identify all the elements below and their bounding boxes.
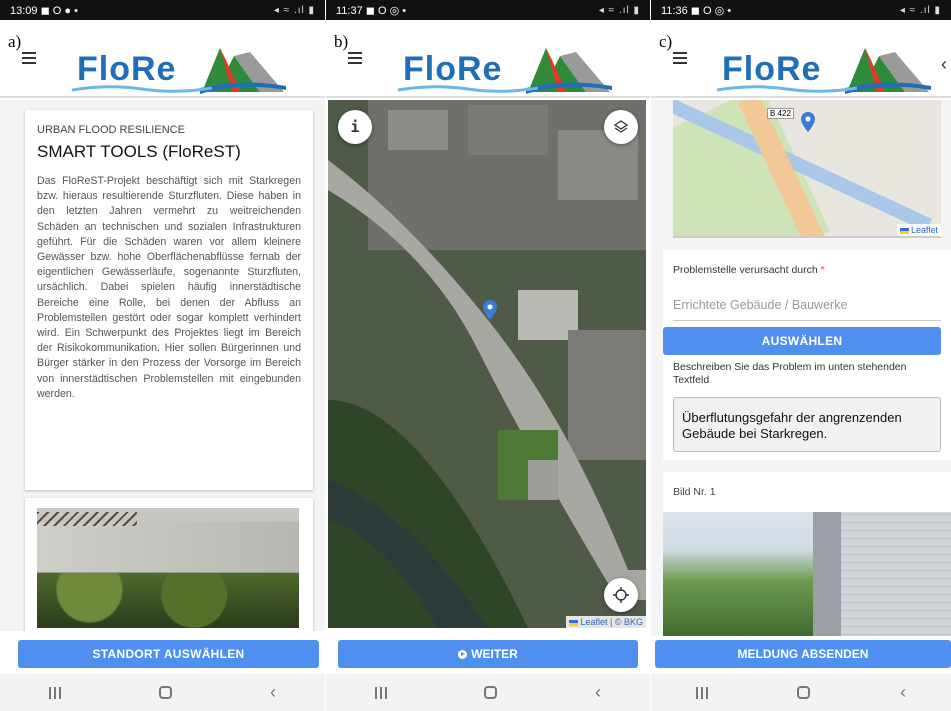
panel-label: b) bbox=[334, 32, 349, 51]
home-icon[interactable] bbox=[797, 686, 811, 699]
logo-wave-icon bbox=[717, 85, 857, 93]
app-header: c) FloRe ‹ bbox=[651, 20, 951, 98]
android-nav-bar: ‹ bbox=[326, 674, 650, 711]
status-time: 13:09 bbox=[10, 4, 38, 17]
problem-photo[interactable] bbox=[663, 512, 951, 636]
back-icon[interactable]: ‹ bbox=[595, 682, 601, 703]
signal-icons: ◂ ≈ .ıl ▮ bbox=[598, 4, 640, 16]
card-subtitle: URBAN FLOOD RESILIENCE bbox=[37, 124, 185, 136]
app-header: a) FloRe bbox=[0, 20, 325, 98]
status-time: 11:36 bbox=[661, 4, 688, 17]
required-mark: * bbox=[820, 264, 825, 276]
recent-apps-icon[interactable] bbox=[49, 686, 61, 699]
android-nav-bar: ‹ bbox=[651, 674, 951, 711]
phone-screen-b: 11:37 ◼ O ◎ • ◂ ≈ .ıl ▮ b) FloRe i Leafl… bbox=[326, 0, 650, 711]
status-icons: ◼ O ◎ • bbox=[365, 4, 407, 17]
image-label: Bild Nr. 1 bbox=[673, 486, 716, 498]
app-logo: FloRe bbox=[398, 40, 618, 96]
map-attribution: Leaflet bbox=[896, 224, 941, 236]
status-icons: ◼ O ◎ • bbox=[690, 4, 732, 17]
phone-screen-a: 13:09 ◼ O ● • ◂ ≈ .ıl ▮ a) FloRe URBAN F… bbox=[0, 0, 325, 711]
status-bar: 11:36 ◼ O ◎ • ◂ ≈ .ıl ▮ bbox=[651, 0, 951, 20]
description-textfield[interactable]: Überflutungsgefahr der angrenzenden Gebä… bbox=[673, 397, 941, 452]
next-button[interactable]: WEITER bbox=[338, 640, 638, 668]
map-attribution: Leaflet | © BKG bbox=[566, 616, 646, 628]
back-icon[interactable]: ‹ bbox=[900, 682, 906, 703]
content-area[interactable]: URBAN FLOOD RESILIENCE SMART TOOLS (FloR… bbox=[0, 100, 325, 631]
cause-section: Problemstelle verursacht durch * Erricht… bbox=[663, 250, 951, 460]
cause-label-text: Problemstelle verursacht durch bbox=[673, 264, 818, 276]
cause-label: Problemstelle verursacht durch * bbox=[673, 250, 941, 276]
recent-apps-icon[interactable] bbox=[695, 686, 708, 699]
map-marker-icon[interactable] bbox=[483, 300, 497, 320]
card-body: Das FloReST-Projekt beschäftigt sich mit… bbox=[37, 175, 301, 400]
bkg-link[interactable]: BKG bbox=[624, 617, 643, 627]
ukraine-flag-icon bbox=[569, 619, 579, 626]
description-label: Beschreiben Sie das Problem im unten ste… bbox=[673, 361, 907, 386]
home-icon[interactable] bbox=[484, 686, 498, 699]
ukraine-flag-icon bbox=[899, 227, 909, 234]
phone-screen-c: 11:36 ◼ O ◎ • ◂ ≈ .ıl ▮ c) FloRe ‹ B 422 bbox=[651, 0, 951, 711]
app-header: b) FloRe bbox=[326, 20, 650, 98]
signal-icons: ◂ ≈ .ıl ▮ bbox=[899, 4, 941, 16]
attribution-separator: | © bbox=[607, 617, 624, 627]
status-bar: 13:09 ◼ O ● • ◂ ≈ .ıl ▮ bbox=[0, 0, 325, 20]
info-button[interactable]: i bbox=[338, 110, 372, 144]
logo-mountain-icon bbox=[200, 48, 286, 94]
road-label: B 422 bbox=[767, 108, 794, 119]
play-icon bbox=[458, 649, 468, 659]
menu-icon[interactable] bbox=[673, 52, 687, 67]
map-marker-icon[interactable] bbox=[801, 112, 815, 132]
panel-label: a) bbox=[8, 32, 22, 51]
recent-apps-icon[interactable] bbox=[374, 686, 387, 699]
menu-icon[interactable] bbox=[22, 52, 36, 67]
app-logo: FloRe bbox=[717, 40, 937, 96]
card-title: SMART TOOLS (FloReST) bbox=[37, 142, 241, 161]
panel-label: c) bbox=[659, 32, 673, 51]
next-button-label: WEITER bbox=[471, 647, 518, 661]
home-icon[interactable] bbox=[159, 686, 172, 699]
crosshair-icon[interactable] bbox=[604, 578, 638, 612]
stream-photo bbox=[37, 508, 299, 628]
leaflet-link[interactable]: Leaflet bbox=[911, 225, 938, 235]
menu-icon[interactable] bbox=[348, 52, 362, 67]
select-button[interactable]: AUSWÄHLEN bbox=[663, 327, 941, 355]
satellite-map[interactable]: i Leaflet | © BKG bbox=[328, 100, 646, 628]
send-report-button[interactable]: MELDUNG ABSENDEN bbox=[655, 640, 951, 668]
cause-field[interactable]: Errichtete Gebäude / Bauwerke bbox=[673, 298, 941, 321]
status-bar: 11:37 ◼ O ◎ • ◂ ≈ .ıl ▮ bbox=[326, 0, 650, 20]
logo-wave-icon bbox=[398, 85, 538, 93]
status-icons: ◼ O ● • bbox=[40, 4, 78, 17]
back-arrow-icon[interactable]: ‹ bbox=[941, 54, 947, 75]
map-imagery bbox=[328, 100, 646, 628]
logo-mountain-icon bbox=[526, 48, 612, 94]
back-icon[interactable]: ‹ bbox=[270, 682, 276, 703]
street-map[interactable]: B 422 Leaflet bbox=[673, 100, 941, 238]
logo-mountain-icon bbox=[845, 48, 931, 94]
logo-wave-icon bbox=[72, 85, 212, 93]
image-section: Bild Nr. 1 bbox=[663, 472, 951, 636]
app-logo: FloRe bbox=[72, 40, 292, 96]
photo-card bbox=[25, 498, 313, 631]
report-form[interactable]: B 422 Leaflet Problemstelle verursacht d… bbox=[651, 100, 951, 636]
layers-icon[interactable] bbox=[604, 110, 638, 144]
android-nav-bar: ‹ bbox=[0, 674, 325, 711]
status-time: 11:37 bbox=[336, 4, 363, 17]
leaflet-link[interactable]: Leaflet bbox=[580, 617, 607, 627]
select-location-button[interactable]: STANDORT AUSWÄHLEN bbox=[18, 640, 319, 668]
intro-card: URBAN FLOOD RESILIENCE SMART TOOLS (FloR… bbox=[25, 110, 313, 490]
signal-icons: ◂ ≈ .ıl ▮ bbox=[273, 4, 315, 16]
